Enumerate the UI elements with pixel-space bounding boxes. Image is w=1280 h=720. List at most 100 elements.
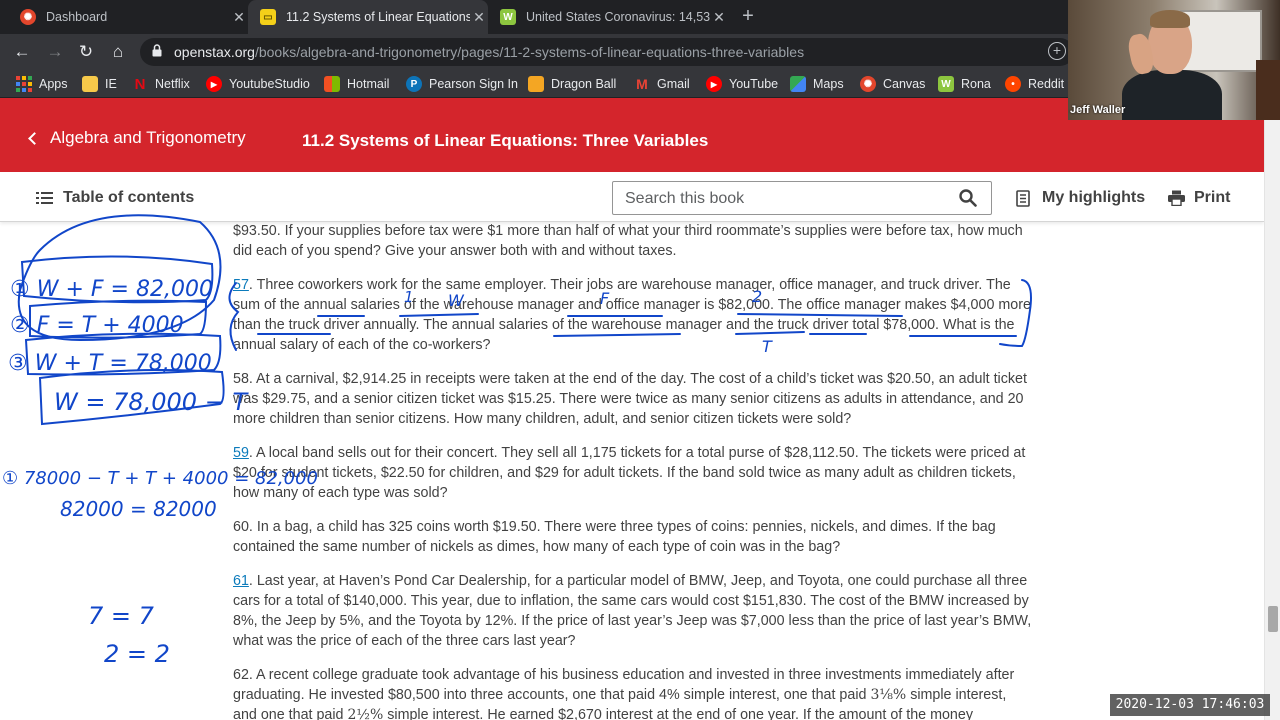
chevron-left-icon <box>28 131 41 145</box>
back-to-book-link[interactable]: Algebra and Trigonometry <box>28 128 246 148</box>
lock-icon <box>152 44 162 57</box>
bookmark-maps[interactable]: Maps <box>790 75 844 93</box>
bookmark-label: YoutubeStudio <box>229 77 310 91</box>
url-host: openstax.org <box>174 44 255 60</box>
exercise-number-link[interactable]: 57 <box>233 277 249 293</box>
bookmark-label: Netflix <box>155 77 190 91</box>
folder-icon <box>82 76 98 92</box>
maps-icon <box>790 76 806 92</box>
video-timestamp: 2020-12-03 17:46:03 <box>1110 694 1270 716</box>
bookmark-reddit[interactable]: • Reddit <box>1005 75 1064 93</box>
search-input[interactable]: Search this book <box>612 181 992 215</box>
canvas-icon: ✺ <box>20 9 36 25</box>
toc-label: Table of contents <box>63 189 195 206</box>
bookmark-hotmail[interactable]: Hotmail <box>324 75 389 93</box>
forward-arrow-icon[interactable]: → <box>44 41 66 63</box>
home-icon[interactable]: ⌂ <box>107 41 129 63</box>
presenter-body <box>1122 70 1222 120</box>
list-icon <box>36 192 53 204</box>
bookmark-youtubestudio[interactable]: ▶ YoutubeStudio <box>206 75 310 93</box>
exercise-61: 61. Last year, at Haven’s Pond Car Deale… <box>233 571 1033 651</box>
exercise-58: 58. At a carnival, $2,914.25 in receipts… <box>233 371 1027 427</box>
new-tab-button[interactable]: + <box>738 6 758 28</box>
scrollbar[interactable] <box>1264 98 1280 720</box>
reload-icon[interactable]: ↻ <box>75 41 97 63</box>
bookmark-pearson[interactable]: P Pearson Sign In <box>406 75 518 93</box>
close-icon[interactable]: ✕ <box>710 9 728 26</box>
back-arrow-icon[interactable]: ← <box>11 41 33 63</box>
exercise-number-link[interactable]: 59 <box>233 445 249 461</box>
tab-dashboard[interactable]: ✺ Dashboard ✕ <box>8 0 248 34</box>
bookmark-rona[interactable]: W Rona <box>938 75 991 93</box>
bookmark-canvas[interactable]: ✺ Canvas <box>860 75 925 93</box>
bookshelf <box>1256 60 1280 120</box>
exercise-59: 59. A local band sells out for their con… <box>233 443 1033 503</box>
tab-title: Dashboard <box>46 10 108 24</box>
canvas-icon: ✺ <box>860 76 876 92</box>
exercise-text: . Last year, at Haven’s Pond Car Dealers… <box>233 573 1032 649</box>
fraction-percent: 2½% <box>347 707 384 720</box>
bookmark-apps[interactable]: Apps <box>16 75 68 93</box>
webflow-w-icon: W <box>500 9 516 25</box>
netflix-icon: N <box>134 75 146 93</box>
openstax-icon: ▭ <box>260 9 276 25</box>
webflow-w-icon: W <box>938 76 954 92</box>
search-placeholder: Search this book <box>625 190 745 207</box>
exercise-content: $93.50. If your supplies before tax were… <box>0 222 1264 720</box>
print-label: Print <box>1194 189 1231 206</box>
reddit-icon: • <box>1005 76 1021 92</box>
bookmark-label: Rona <box>961 77 991 91</box>
url-path: /books/algebra-and-trigonometry/pages/11… <box>254 44 805 60</box>
close-icon[interactable]: ✕ <box>470 9 488 26</box>
youtube-studio-icon: ▶ <box>206 76 222 92</box>
youtube-icon: ▶ <box>706 76 722 92</box>
close-icon[interactable]: ✕ <box>230 9 248 26</box>
bookmark-label: Canvas <box>883 77 926 91</box>
scrollbar-thumb[interactable] <box>1268 606 1278 632</box>
whiteboard <box>1180 10 1262 72</box>
print-button[interactable]: Print <box>1168 189 1230 207</box>
bookmark-label: Pearson Sign In <box>429 77 518 91</box>
gmail-icon: M <box>636 76 648 92</box>
bookmark-label: Apps <box>39 77 68 91</box>
address-bar[interactable]: openstax.org/books/algebra-and-trigonome… <box>140 38 1074 66</box>
search-icon[interactable] <box>959 189 977 207</box>
printer-icon <box>1168 190 1185 206</box>
exercise-text: simple interest. He earned $2,670 intere… <box>383 707 973 720</box>
highlights-label: My highlights <box>1042 189 1146 206</box>
webcam-overlay: Jeff Waller <box>1068 0 1280 120</box>
pearson-icon: P <box>406 76 422 92</box>
dragonball-icon <box>528 76 544 92</box>
tab-title: 11.2 Systems of Linear Equations: Three … <box>286 10 470 24</box>
exercise-text: . A local band sells out for their conce… <box>233 445 1026 501</box>
bookmark-gmail[interactable]: M Gmail <box>634 75 690 93</box>
my-highlights-button[interactable]: My highlights <box>1016 189 1145 207</box>
bookmark-label: Dragon Ball <box>551 77 617 91</box>
add-icon[interactable]: + <box>1048 42 1066 60</box>
bookmark-ie[interactable]: IE <box>82 75 117 93</box>
book-title: Algebra and Trigonometry <box>50 128 246 147</box>
presenter-hair <box>1150 10 1190 28</box>
section-title: 11.2 Systems of Linear Equations: Three … <box>302 131 709 150</box>
tab-coronavirus[interactable]: W United States Coronavirus: 14,53 ✕ <box>488 0 728 34</box>
table-of-contents-button[interactable]: Table of contents <box>36 189 194 207</box>
bookmark-label: Maps <box>813 77 844 91</box>
bookmark-netflix[interactable]: N Netflix <box>132 75 190 93</box>
bookmark-label: Hotmail <box>347 77 390 91</box>
bookmark-label: YouTube <box>729 77 779 91</box>
exercise-56-tail: $93.50. If your supplies before tax were… <box>233 223 1023 259</box>
presenter-name: Jeff Waller <box>1070 104 1126 116</box>
bookmark-youtube[interactable]: ▶ YouTube <box>706 75 778 93</box>
exercise-57: 57. Three coworkers work for the same em… <box>233 275 1033 355</box>
exercise-60: 60. In a bag, a child has 325 coins wort… <box>233 519 996 555</box>
tab-openstax[interactable]: ▭ 11.2 Systems of Linear Equations: Thre… <box>248 0 488 34</box>
bookmark-label: Reddit <box>1028 77 1065 91</box>
fraction-percent: 3⅛% <box>870 687 907 703</box>
bookmark-label: Gmail <box>657 77 690 91</box>
exercise-number-link[interactable]: 61 <box>233 573 249 589</box>
highlights-icon <box>1016 189 1030 207</box>
url-text: openstax.org/books/algebra-and-trigonome… <box>174 44 804 60</box>
microsoft-icon <box>324 76 340 92</box>
bookmark-dragonball[interactable]: Dragon Ball <box>528 75 616 93</box>
apps-grid-icon <box>16 76 32 92</box>
